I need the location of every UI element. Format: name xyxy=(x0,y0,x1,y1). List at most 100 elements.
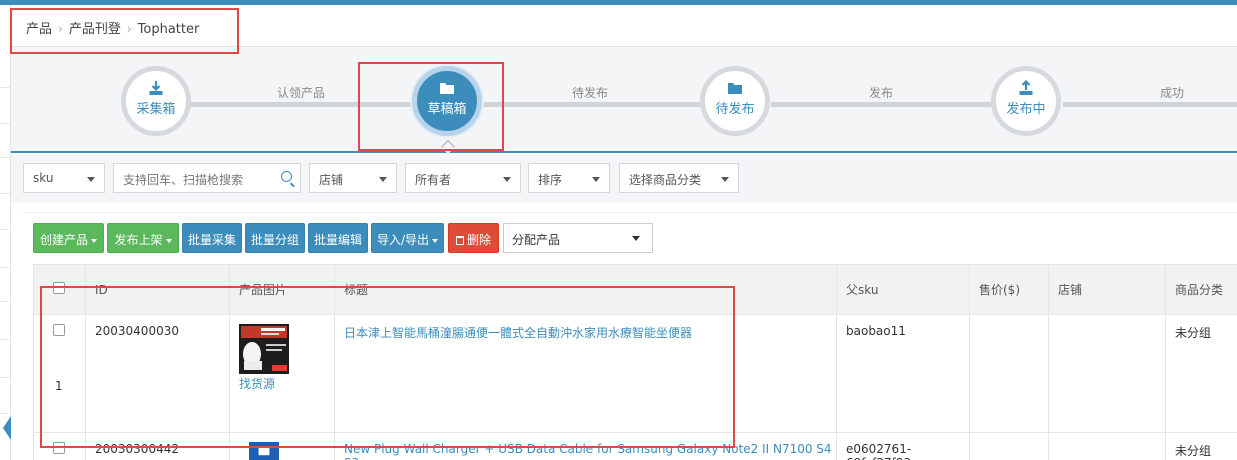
breadcrumb-item-tophatter: Tophatter xyxy=(137,22,200,37)
delete-label: 删除 xyxy=(466,233,491,247)
sort-select-value: 排序 xyxy=(538,173,563,187)
parent-sku: baobao11 xyxy=(836,314,970,433)
step-label: 待发布 xyxy=(715,102,755,117)
row-checkbox[interactable] xyxy=(53,324,65,336)
col-header-price[interactable]: 售价($) xyxy=(969,264,1049,315)
product-image-cell xyxy=(229,432,335,460)
upload-icon xyxy=(1019,80,1033,95)
row-checkbox[interactable] xyxy=(53,442,65,454)
price xyxy=(969,432,1049,460)
product-thumbnail[interactable] xyxy=(239,442,289,460)
sku-select-value: sku xyxy=(33,171,54,185)
import-export-button[interactable]: 导入/导出 xyxy=(371,223,444,253)
col-header-id[interactable]: ID xyxy=(85,264,230,315)
breadcrumb: 产品 › 产品刊登 › Tophatter xyxy=(11,5,1237,47)
row-number: 1 xyxy=(55,379,63,393)
caret-down-icon xyxy=(165,238,172,243)
col-header-parent-sku[interactable]: 父sku xyxy=(836,264,970,315)
create-product-label: 创建产品 xyxy=(39,233,88,247)
product-title-link[interactable]: 日本津上智能馬桶潼腸通便一體式全自動沖水家用水療智能坐便器 xyxy=(344,326,692,340)
connector-label-success: 成功 xyxy=(1160,86,1185,100)
sort-select[interactable]: 排序 xyxy=(528,163,610,193)
product-title-cell: 日本津上智能馬桶潼腸通便一體式全自動沖水家用水療智能坐便器 xyxy=(334,314,837,433)
col-header-category[interactable]: 商品分类 xyxy=(1165,264,1237,315)
store-select[interactable]: 店铺 xyxy=(309,163,397,193)
row-select-cell: 1 xyxy=(33,314,86,433)
select-all-checkbox[interactable] xyxy=(53,282,65,294)
parent-sku: e0602761-69fcf27f83 xyxy=(836,432,970,460)
import-export-label: 导入/导出 xyxy=(376,233,430,247)
category-select[interactable]: 选择商品分类 xyxy=(619,163,739,193)
assign-product-select[interactable]: 分配产品 xyxy=(503,223,653,253)
chevron-down-icon xyxy=(592,177,600,182)
sidebar-toggle-icon[interactable] xyxy=(3,416,11,440)
table-row: 1 20030400030 找货源 日本津上智能馬桶潼腸通便一體式全自動沖水家用… xyxy=(33,314,1237,433)
chevron-down-icon xyxy=(721,177,729,182)
left-side-rail xyxy=(0,5,11,460)
step-collection-box[interactable]: 采集箱 xyxy=(121,66,191,136)
batch-group-button[interactable]: 批量分组 xyxy=(245,223,305,253)
product-id: 20030300442 xyxy=(85,432,230,460)
workflow-steps: 认领产品 待发布 发布 成功 采集箱 草稿箱 待发布 发布中 xyxy=(11,47,1237,155)
caret-down-icon xyxy=(432,238,439,243)
step-publishing[interactable]: 发布中 xyxy=(991,66,1061,136)
connector-label-pending: 待发布 xyxy=(572,86,609,100)
assign-product-value: 分配产品 xyxy=(512,233,561,247)
connector-label-claim: 认领产品 xyxy=(277,86,326,100)
download-icon xyxy=(149,81,163,95)
step-connector xyxy=(181,102,415,107)
publish-button[interactable]: 发布上架 xyxy=(107,223,179,253)
col-header-title[interactable]: 标题 xyxy=(334,264,837,315)
product-title-cell: New Plug Wall Charger + USB Data Cable f… xyxy=(334,432,837,460)
search-placeholder: 支持回车、扫描枪搜索 xyxy=(123,173,244,187)
owner-select-value: 所有者 xyxy=(415,173,452,187)
step-connector xyxy=(1063,102,1237,107)
chevron-down-icon xyxy=(87,177,95,182)
chevron-right-icon: › xyxy=(126,22,132,36)
product-thumbnail[interactable] xyxy=(239,324,289,374)
product-panel: 创建产品 发布上架 批量采集 批量分组 批量编辑 导入/导出 删除 分配产品 I… xyxy=(22,212,1237,460)
caret-down-icon xyxy=(91,238,97,243)
sku-select[interactable]: sku xyxy=(23,163,105,193)
step-label: 发布中 xyxy=(1006,102,1046,117)
store xyxy=(1048,432,1166,460)
store-select-value: 店铺 xyxy=(319,173,344,187)
table-row: 20030300442 New Plug Wall Charger + USB … xyxy=(33,432,1237,460)
step-label: 草稿箱 xyxy=(427,102,467,117)
connector-label-publish: 发布 xyxy=(869,86,894,100)
delete-button[interactable]: 删除 xyxy=(448,223,499,253)
chevron-down-icon xyxy=(503,177,511,182)
folder-icon xyxy=(728,83,742,94)
search-icon[interactable] xyxy=(281,171,292,182)
category-select-value: 选择商品分类 xyxy=(629,173,702,187)
create-product-button[interactable]: 创建产品 xyxy=(33,223,104,253)
select-all-cell xyxy=(33,264,86,315)
breadcrumb-item-listing[interactable]: 产品刊登 xyxy=(69,22,121,37)
batch-collect-button[interactable]: 批量采集 xyxy=(182,223,242,253)
chevron-down-icon xyxy=(379,177,387,182)
step-connector xyxy=(481,102,705,107)
find-source-link[interactable]: 找货源 xyxy=(239,375,334,392)
table-header-row: ID 产品图片 标题 父sku 售价($) 店铺 商品分类 xyxy=(33,264,1237,315)
batch-edit-button[interactable]: 批量编辑 xyxy=(308,223,368,253)
chevron-right-icon: › xyxy=(58,22,63,36)
step-draft-box[interactable]: 草稿箱 xyxy=(412,66,482,136)
owner-select[interactable]: 所有者 xyxy=(405,163,521,193)
product-id: 20030400030 xyxy=(85,314,230,433)
active-step-pointer xyxy=(440,139,456,155)
category: 未分组 xyxy=(1165,432,1237,460)
step-connector xyxy=(771,102,995,107)
product-title-link[interactable]: New Plug Wall Charger + USB Data Cable f… xyxy=(344,442,832,460)
breadcrumb-item-products[interactable]: 产品 xyxy=(26,22,52,37)
category: 未分组 xyxy=(1165,314,1237,433)
store xyxy=(1048,314,1166,433)
step-pending-publish[interactable]: 待发布 xyxy=(700,66,770,136)
product-image-cell: 找货源 xyxy=(229,314,335,433)
chevron-down-icon xyxy=(632,236,640,241)
trash-icon xyxy=(455,236,464,245)
col-header-store[interactable]: 店铺 xyxy=(1048,264,1166,315)
product-table: ID 产品图片 标题 父sku 售价($) 店铺 商品分类 1 20030400… xyxy=(33,264,1237,460)
search-input[interactable]: 支持回车、扫描枪搜索 xyxy=(113,163,301,193)
publish-label: 发布上架 xyxy=(114,233,163,247)
col-header-image: 产品图片 xyxy=(229,264,335,315)
